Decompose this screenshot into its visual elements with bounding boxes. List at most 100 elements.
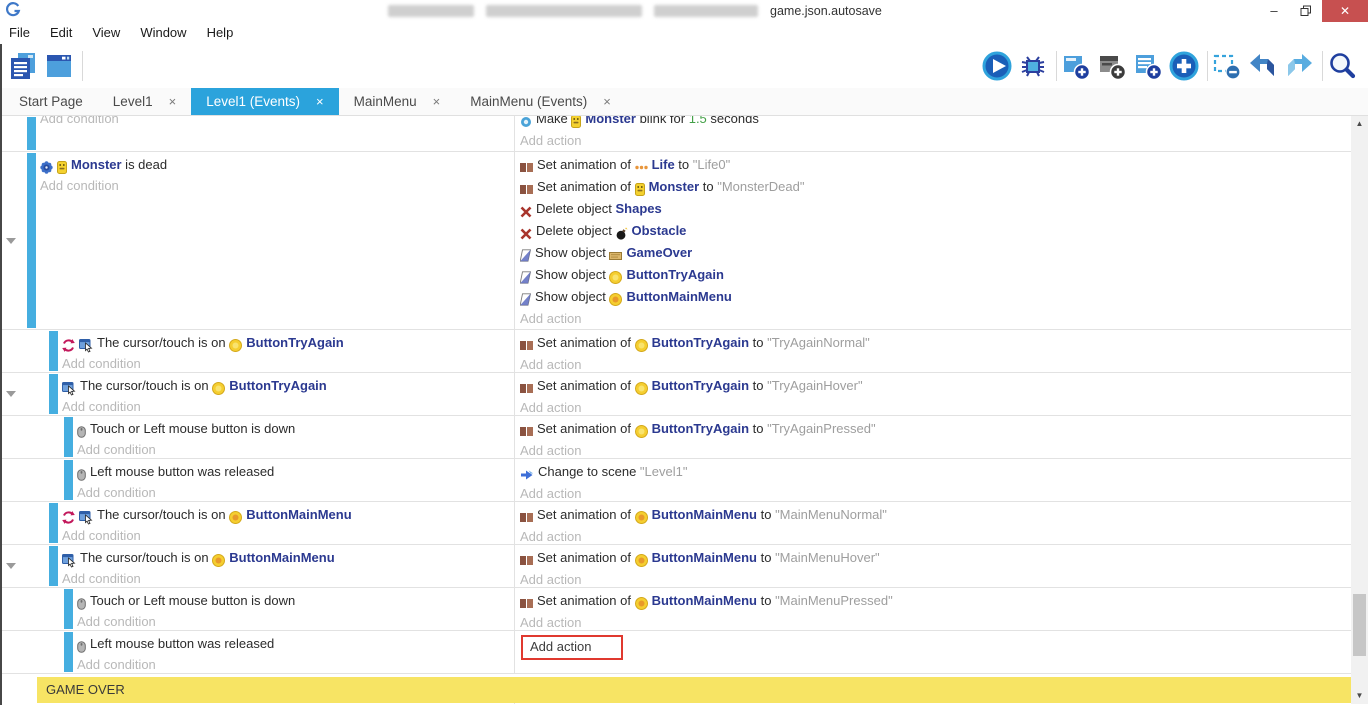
add-condition-link[interactable]: Add condition [62, 568, 514, 588]
action[interactable]: Set animation of ButtonMainMenu to "Main… [520, 547, 1351, 569]
action[interactable]: Set animation of ButtonTryAgain to "TryA… [520, 375, 1351, 397]
add-action-link[interactable]: Add action [520, 612, 1351, 631]
menu-window[interactable]: Window [130, 22, 196, 44]
event-selection-bar[interactable] [64, 460, 73, 500]
tab-mainmenu[interactable]: MainMenu× [339, 88, 456, 115]
vertical-scrollbar[interactable]: ▲ ▼ [1351, 116, 1368, 704]
project-manager-button[interactable] [7, 48, 43, 84]
event-selection-bar[interactable] [49, 503, 58, 543]
add-condition-link[interactable]: Add condition [62, 396, 514, 416]
event-selection-bar[interactable] [27, 117, 36, 150]
add-action-link[interactable]: Add action [520, 130, 1351, 152]
condition[interactable]: The cursor/touch is on ButtonTryAgain [62, 332, 514, 353]
add-condition-link[interactable]: Add condition [62, 525, 514, 545]
menu-file[interactable]: File [0, 22, 40, 44]
add-condition-link[interactable]: Add condition [77, 611, 514, 631]
actions-column: Set animation of Life to "Life0"Set anim… [514, 152, 1351, 329]
action[interactable]: Set animation of ButtonMainMenu to "Main… [520, 504, 1351, 526]
add-condition-link[interactable]: Add condition [77, 654, 514, 674]
condition[interactable]: Monster is dead [40, 154, 514, 175]
event-selection-bar[interactable] [64, 417, 73, 457]
add-action-link[interactable]: Add action [520, 354, 1351, 373]
event-selection-bar[interactable] [49, 331, 58, 371]
add-action-link[interactable]: Add action [520, 569, 1351, 588]
scroll-up-arrow-icon[interactable]: ▲ [1351, 116, 1368, 132]
action[interactable]: Delete object Shapes [520, 198, 1351, 220]
tab-level1[interactable]: Level1× [98, 88, 191, 115]
scrollbar-thumb[interactable] [1353, 594, 1366, 656]
action[interactable]: Set animation of ButtonTryAgain to "TryA… [520, 332, 1351, 354]
tab-close-icon[interactable]: × [433, 94, 441, 109]
action[interactable]: Delete object Obstacle [520, 220, 1351, 242]
condition[interactable]: Touch or Left mouse button is down [77, 418, 514, 439]
instruction-text: Show object [535, 245, 609, 260]
mouse-icon [77, 469, 86, 481]
tab-level1-events-[interactable]: Level1 (Events)× [191, 88, 338, 115]
add-condition-link[interactable]: Add condition [77, 482, 514, 502]
add-condition-link[interactable]: Add condition [40, 175, 514, 196]
condition[interactable]: Left mouse button was released [77, 633, 514, 654]
restore-button[interactable] [1290, 0, 1322, 22]
action[interactable]: Set animation of ButtonTryAgain to "TryA… [520, 418, 1351, 440]
add-action-link[interactable]: Add action [520, 308, 1351, 330]
add-subevent-button[interactable] [1096, 48, 1132, 84]
add-condition-link[interactable]: Add condition [40, 116, 514, 129]
add-action-link[interactable]: Add action [520, 397, 1351, 416]
condition[interactable]: The cursor/touch is on ButtonMainMenu [62, 547, 514, 568]
redo-button[interactable] [1283, 48, 1319, 84]
action[interactable]: Show object ButtonTryAgain [520, 264, 1351, 286]
action[interactable]: Change to scene "Level1" [520, 461, 1351, 483]
add-action-link[interactable]: Add action [520, 483, 1351, 502]
add-condition-link[interactable]: Add condition [77, 439, 514, 459]
placeholder-label: Add action [520, 443, 581, 458]
instruction-text: to [749, 335, 767, 350]
comment-event[interactable]: GAME OVER [37, 677, 1351, 703]
action[interactable]: Show object GameOver [520, 242, 1351, 264]
action[interactable]: Show object ButtonMainMenu [520, 286, 1351, 308]
menu-view[interactable]: View [82, 22, 130, 44]
undo-button[interactable] [1247, 48, 1283, 84]
placeholder-label: Add condition [77, 614, 156, 629]
condition[interactable]: The cursor/touch is on ButtonMainMenu [62, 504, 514, 525]
condition[interactable]: Touch or Left mouse button is down [77, 590, 514, 611]
scene-editor-button[interactable] [43, 48, 79, 84]
action[interactable]: Set animation of Monster to "MonsterDead… [520, 176, 1351, 198]
action[interactable]: Set animation of ButtonMainMenu to "Main… [520, 590, 1351, 612]
tab-start-page[interactable]: Start Page [4, 88, 98, 115]
event-selection-bar[interactable] [64, 632, 73, 672]
action[interactable]: Make Monster blink for 1.5 seconds [520, 116, 1351, 130]
scroll-down-arrow-icon[interactable]: ▼ [1351, 688, 1368, 704]
add-condition-link[interactable]: Add condition [62, 353, 514, 373]
add-action-link[interactable]: Add action [521, 635, 623, 660]
highlighted-add-action[interactable]: Add action [520, 633, 1351, 660]
instruction-text: The cursor/touch is on [97, 335, 229, 350]
btn-main-icon [609, 293, 622, 306]
menu-edit[interactable]: Edit [40, 22, 82, 44]
event-selection-bar[interactable] [49, 374, 58, 414]
condition[interactable]: The cursor/touch is on ButtonTryAgain [62, 375, 514, 396]
event-selection-bar[interactable] [27, 153, 36, 328]
minimize-button[interactable]: – [1258, 0, 1290, 22]
close-button[interactable]: ✕ [1322, 0, 1368, 22]
add-action-link[interactable]: Add action [520, 440, 1351, 459]
menu-help[interactable]: Help [197, 22, 244, 44]
tab-mainmenu-events-[interactable]: MainMenu (Events)× [455, 88, 626, 115]
add-event-button[interactable] [1060, 48, 1096, 84]
event-selection-bar[interactable] [64, 589, 73, 629]
condition[interactable]: Left mouse button was released [77, 461, 514, 482]
debugger-button[interactable] [1017, 48, 1053, 84]
event-row: Left mouse button was releasedAdd condit… [2, 631, 1351, 674]
play-button[interactable] [981, 48, 1017, 84]
add-action-link[interactable]: Add action [520, 526, 1351, 545]
deselect-button[interactable] [1211, 48, 1247, 84]
action[interactable]: Set animation of Life to "Life0" [520, 154, 1351, 176]
tab-close-icon[interactable]: × [316, 94, 324, 109]
tab-close-icon[interactable]: × [169, 94, 177, 109]
add-comment-button[interactable] [1132, 48, 1168, 84]
btn-try-icon [212, 382, 225, 395]
event-selection-bar[interactable] [49, 546, 58, 586]
tab-close-icon[interactable]: × [603, 94, 611, 109]
cursor-icon [79, 339, 93, 353]
search-button[interactable] [1326, 48, 1362, 84]
add-circle-button[interactable] [1168, 48, 1204, 84]
